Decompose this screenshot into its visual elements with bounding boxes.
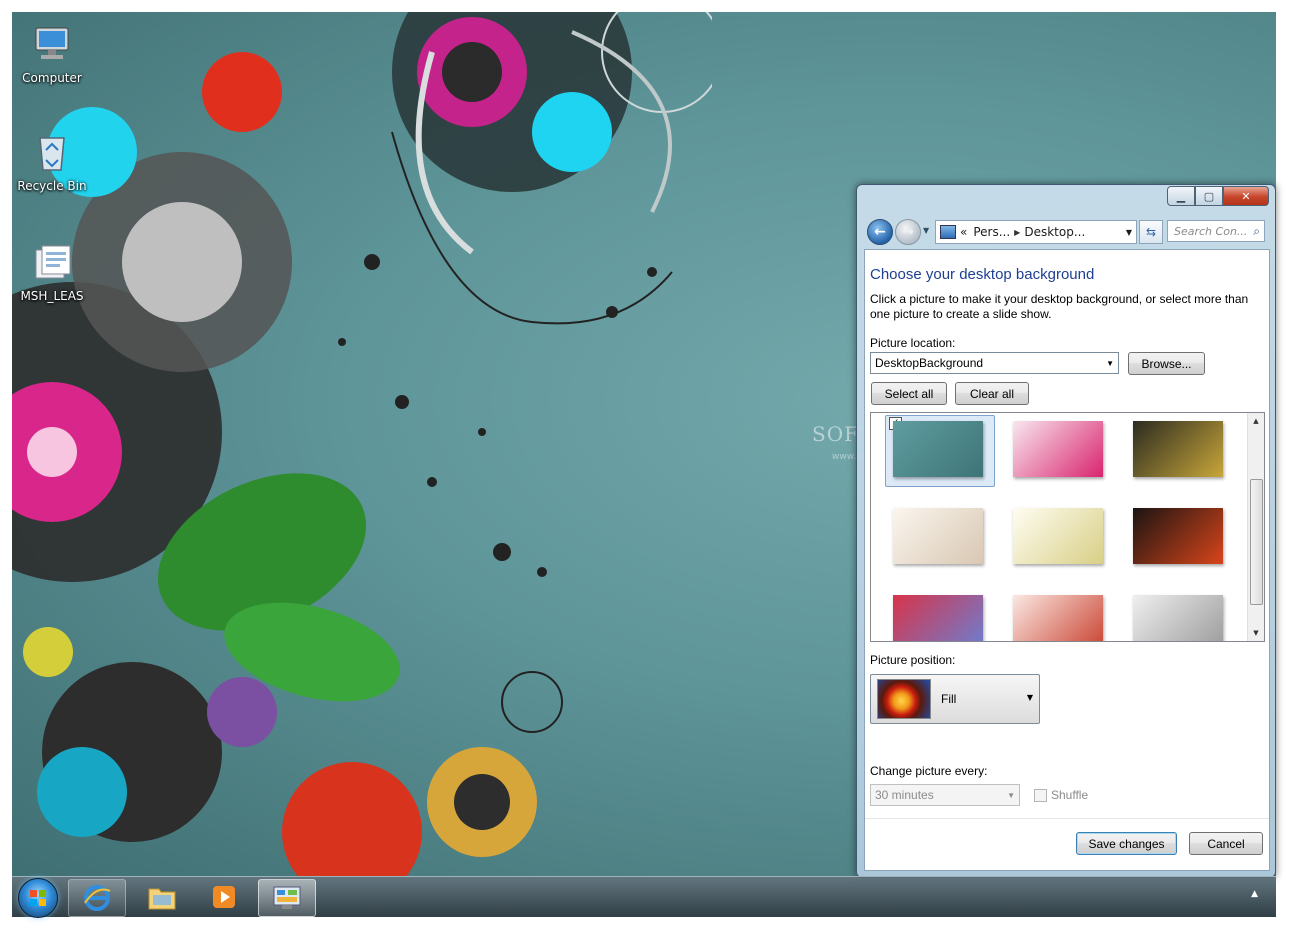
browse-button[interactable]: Browse... [1128, 352, 1205, 375]
windows-explorer-icon [148, 888, 176, 910]
start-button[interactable] [18, 878, 58, 918]
wallpaper-thumbnail-gold-abstract[interactable] [1133, 421, 1223, 477]
position-preview-image [877, 679, 931, 719]
picture-position-select[interactable]: Fill ▼ [870, 674, 1040, 724]
change-picture-select[interactable]: 30 minutes ▼ [870, 784, 1020, 806]
picture-location-label: Picture location: [870, 336, 956, 350]
personalization-window: ▁ ▢ ✕ ← → ▼ « Pers... ▶ Desktop... ▼ ⇆ S… [856, 184, 1276, 878]
clear-all-button[interactable]: Clear all [955, 382, 1029, 405]
shuffle-label: Shuffle [1051, 788, 1089, 802]
cancel-button[interactable]: Cancel [1189, 832, 1263, 855]
windows-logo-icon [30, 890, 46, 906]
wallpaper-thumbnail-cream-floral[interactable] [1013, 508, 1103, 564]
back-button[interactable]: ← [867, 219, 893, 245]
desktop-icon-recycle-bin[interactable]: Recycle Bin [13, 130, 91, 193]
desktop-icon-label: Computer [22, 71, 82, 85]
wallpaper-thumbnail-beige-ornament[interactable] [893, 508, 983, 564]
page-description: Click a picture to make it your desktop … [870, 292, 1249, 321]
close-button[interactable]: ✕ [1223, 186, 1269, 206]
control-panel-icon [273, 886, 301, 909]
back-arrow-icon: ← [874, 224, 886, 240]
show-hidden-icons-button[interactable]: ▲ [1251, 889, 1258, 899]
address-dropdown-icon[interactable]: ▼ [1126, 228, 1132, 237]
scroll-down-icon[interactable]: ▼ [1248, 625, 1264, 641]
taskbar-media-player[interactable] [196, 879, 252, 915]
change-picture-value: 30 minutes [875, 788, 934, 802]
forward-button[interactable]: → [895, 219, 921, 245]
breadcrumb-desktop-background[interactable]: Desktop... [1024, 225, 1085, 239]
page-title: Choose your desktop background [870, 266, 1095, 283]
picture-location-value: DesktopBackground [875, 356, 984, 370]
scrollbar-thumb[interactable] [1250, 479, 1263, 605]
recycle-bin-icon [39, 137, 65, 171]
chevron-down-icon: ▼ [1007, 790, 1015, 800]
save-changes-button[interactable]: Save changes [1076, 832, 1177, 855]
search-icon: ⌕ [1253, 223, 1260, 238]
wallpaper-thumbnail-gray-sketch[interactable] [1133, 595, 1223, 641]
content-pane: Choose your desktop background Click a p… [864, 249, 1270, 871]
breadcrumb-personalization[interactable]: Pers... [973, 225, 1010, 239]
taskbar-windows-explorer[interactable] [134, 879, 190, 915]
chevron-down-icon: ▼ [1026, 693, 1033, 702]
wallpaper-thumbnail-red-blue-paint[interactable] [893, 595, 983, 641]
change-picture-label: Change picture every: [870, 764, 988, 778]
refresh-button[interactable]: ⇆ [1139, 220, 1163, 244]
divider [865, 818, 1269, 819]
close-icon: ✕ [1241, 189, 1251, 203]
document-icon [35, 245, 71, 279]
shuffle-checkbox[interactable]: Shuffle [1034, 788, 1088, 802]
maximize-button[interactable]: ▢ [1195, 186, 1223, 206]
wallpaper-gallery: ✓ ▲ ▼ [870, 412, 1265, 642]
wallpaper-thumbnail-confetti-dark[interactable] [1133, 508, 1223, 564]
breadcrumb-separator-icon[interactable]: ▶ [1014, 228, 1020, 237]
gallery-scrollbar[interactable]: ▲ ▼ [1247, 413, 1264, 641]
picture-position-label: Picture position: [870, 653, 956, 667]
checkbox-box [1034, 788, 1047, 802]
recent-pages-dropdown[interactable]: ▼ [923, 226, 929, 235]
desktop-icon-msh-leas[interactable]: MSH_LEAS [13, 240, 91, 303]
minimize-button[interactable]: ▁ [1167, 186, 1195, 206]
address-bar[interactable]: « Pers... ▶ Desktop... ▼ [935, 220, 1137, 244]
taskbar-control-panel[interactable] [258, 879, 316, 917]
computer-icon [35, 27, 69, 59]
desktop-icon-label: Recycle Bin [17, 179, 87, 193]
navigation-bar: ← → ▼ « Pers... ▶ Desktop... ▼ ⇆ Search … [865, 219, 1267, 245]
wallpaper-floral-art [12, 12, 712, 876]
desktop-icon-computer[interactable]: Computer [13, 22, 91, 85]
maximize-icon: ▢ [1203, 189, 1215, 203]
picture-location-select[interactable]: DesktopBackground ▼ [870, 352, 1119, 374]
minimize-icon: ▁ [1176, 189, 1186, 203]
internet-explorer-icon [84, 885, 111, 911]
desktop-icon-label: MSH_LEAS [20, 289, 84, 303]
select-all-button[interactable]: Select all [871, 382, 947, 405]
search-input[interactable]: Search Con... ⌕ [1167, 220, 1265, 242]
wallpaper-thumbnail-teal-texture[interactable] [893, 421, 983, 477]
scroll-up-icon[interactable]: ▲ [1248, 413, 1264, 429]
taskbar: ▲ [12, 876, 1276, 918]
control-panel-icon [940, 225, 956, 239]
caption-buttons: ▁ ▢ ✕ [1167, 186, 1269, 206]
refresh-icon: ⇆ [1145, 225, 1157, 239]
media-player-icon [213, 886, 235, 908]
forward-arrow-icon: → [902, 224, 914, 240]
chevron-down-icon: ▼ [1106, 358, 1114, 368]
wallpaper-thumbnail-red-pattern[interactable] [1013, 595, 1103, 641]
picture-position-value: Fill [941, 692, 957, 706]
wallpaper-thumbnail-pink-floral[interactable] [1013, 421, 1103, 477]
search-placeholder: Search Con... [1174, 224, 1248, 238]
address-overflow[interactable]: « [960, 225, 967, 239]
taskbar-internet-explorer[interactable] [68, 879, 126, 917]
